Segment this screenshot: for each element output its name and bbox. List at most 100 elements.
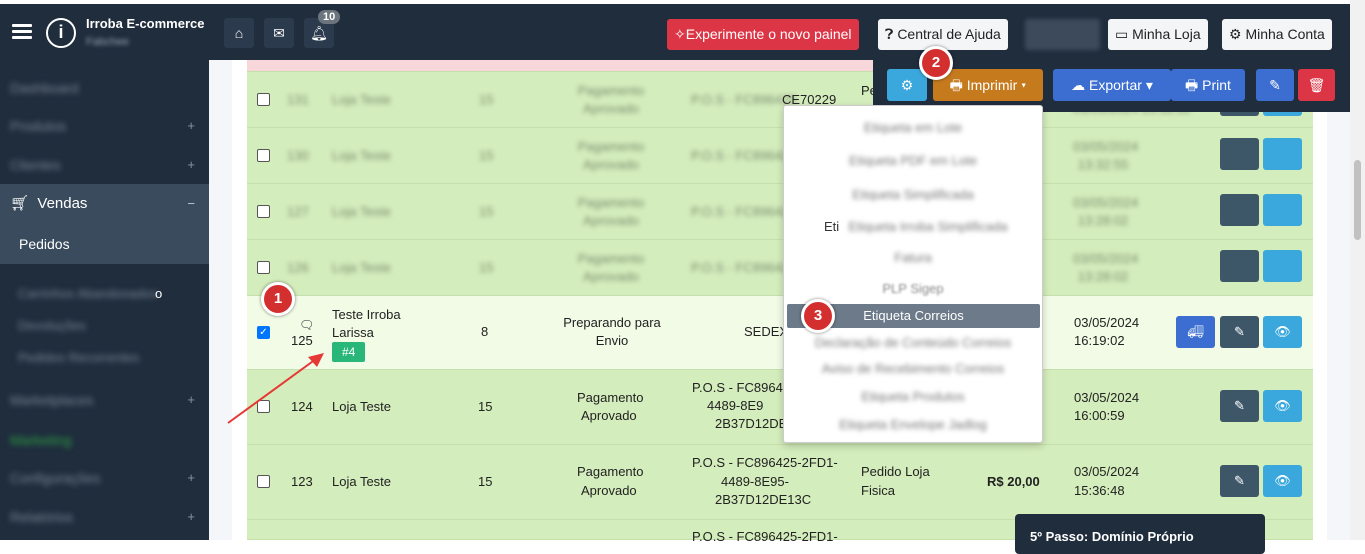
view-button[interactable]: 👁︎ [1263, 316, 1302, 348]
order-date: 03/05/2024 [1074, 390, 1140, 405]
blurred-button[interactable]: xxxx [1025, 19, 1100, 50]
sidebar-item-orders[interactable]: Pedidos [0, 224, 209, 264]
sidebar-item-label: Configurações [10, 470, 101, 486]
scrollbar-thumb[interactable] [1354, 160, 1361, 240]
cart-icon: 🛒︎ [10, 195, 30, 212]
plus-icon: + [187, 470, 195, 485]
order-status: Pagamento Aprovado [577, 139, 645, 172]
order-date: 03/05/2024 [1074, 315, 1140, 330]
payment-line3: 2B37D12DE [715, 416, 788, 431]
dropdown-item[interactable]: Fatura [784, 246, 1042, 270]
order-date: 03/05/2024 [1074, 464, 1140, 479]
dropdown-item[interactable]: Etiqueta PDF em Lote [784, 149, 1042, 173]
edit-button[interactable]: ✎ [1220, 465, 1259, 497]
minus-icon: − [187, 196, 195, 211]
view-button[interactable]: 👁︎ [1263, 465, 1302, 497]
print-label: Print [1202, 77, 1231, 93]
edit-button[interactable] [1220, 194, 1259, 226]
client-name-line1: Teste Irroba [332, 307, 401, 322]
sidebar-blurred-item[interactable]: Carrinhos Abandonados [18, 286, 158, 301]
caret-down-icon: ▾ [1145, 77, 1153, 93]
row-checkbox[interactable] [257, 261, 270, 274]
sidebar-item-clients[interactable]: Clientes + [0, 145, 209, 185]
dropdown-item[interactable]: Eti Etiqueta Irroba Simplificada [784, 215, 1042, 239]
view-button[interactable] [1263, 250, 1302, 282]
dropdown-item[interactable]: Etiqueta Produtos [784, 385, 1042, 409]
tour-tooltip: 5º Passo: Domínio Próprio [1015, 514, 1265, 554]
row-checkbox[interactable] [257, 93, 270, 106]
view-button[interactable]: 👁︎ [1263, 390, 1302, 422]
payment-line2: 4489-8E9 [707, 398, 764, 413]
my-store-button[interactable]: ▭ Minha Loja [1108, 19, 1208, 50]
home-icon[interactable]: ⌂ [224, 18, 254, 48]
dropdown-item[interactable]: Etiqueta em Lote [784, 116, 1042, 140]
plus-icon: + [187, 118, 195, 133]
dropdown-item[interactable]: Aviso de Recebimento Correios [784, 357, 1042, 381]
plus-icon: + [187, 392, 195, 407]
dropdown-item[interactable]: Etiqueta Envelope Jadlog [784, 413, 1042, 437]
sidebar-item-settings[interactable]: Configurações + [0, 458, 209, 498]
row-checkbox[interactable] [257, 205, 270, 218]
client-name: Loja Teste [332, 92, 392, 107]
page-scrollbar[interactable] [1350, 0, 1365, 540]
quantity: 15 [479, 92, 494, 107]
status-line2: Envio [595, 333, 629, 348]
sidebar-item-marketplaces[interactable]: Marketplaces + [0, 380, 209, 420]
edit-icon: ✎ [1234, 473, 1245, 488]
row-checkbox[interactable] [257, 149, 270, 162]
truck-button[interactable]: 🚚︎ [1176, 316, 1215, 348]
dropdown-item[interactable]: PLP Sigep [784, 277, 1042, 301]
dropdown-item[interactable]: Declaração de Conteúdo Correios [784, 331, 1042, 355]
status-line2: Aprovado [581, 408, 637, 423]
row-checkbox-checked[interactable]: ✓ [257, 326, 270, 339]
print-dropdown-button[interactable]: 🖶︎ Imprimir ▾ [933, 69, 1043, 101]
quantity: 15 [479, 148, 494, 163]
order-total: R$ 20,00 [987, 474, 1040, 489]
mail-icon[interactable]: ✉ [264, 18, 294, 48]
sidebar-item-marketing[interactable]: Marketing [0, 420, 209, 460]
sidebar-item-reports[interactable]: Relatórios + [0, 497, 209, 537]
printer-icon: 🖶︎ [1185, 77, 1199, 93]
gears-icon: ⚙ [900, 77, 914, 93]
sidebar-item-products[interactable]: Produtos + [0, 106, 209, 146]
eye-icon: 👁︎ [1274, 473, 1291, 488]
export-button[interactable]: ☁ Exportar ▾ [1053, 69, 1171, 101]
order-date: 03/05/2024 13:28:02 [1073, 195, 1139, 228]
sidebar-item-dashboard[interactable]: Dashboard [0, 68, 209, 108]
payment-line1: P.O.S - FC89642 [692, 380, 791, 395]
row-checkbox[interactable] [257, 475, 270, 488]
help-center-label: Central de Ajuda [897, 26, 1001, 42]
edit-button[interactable]: ✎ [1220, 316, 1259, 348]
status-line1: Pagamento [577, 390, 644, 405]
edit-button[interactable] [1220, 138, 1259, 170]
order-id: 131 [287, 92, 309, 107]
sidebar-item-label: Pedidos [19, 236, 70, 252]
help-center-button[interactable]: ❓︎ Central de Ajuda [878, 19, 1008, 50]
table-row: 126 Loja Teste 15 Pagamento Aprovado P.O… [247, 240, 1313, 296]
sidebar-blurred-item[interactable]: Pedidos Recorrentes [18, 350, 139, 365]
order-status: Pagamento Aprovado [577, 195, 645, 228]
edit-icon: ✎ [1269, 77, 1281, 93]
try-new-panel-button[interactable]: ✧Experimente o novo painel [667, 19, 859, 50]
view-button[interactable] [1263, 138, 1302, 170]
status-line2: Aprovado [581, 483, 637, 498]
edit-button[interactable] [1220, 250, 1259, 282]
bulk-edit-button[interactable]: ✎ [1256, 69, 1294, 101]
payment-line1: P.O.S - FC896425-2FD1- [692, 529, 838, 544]
edit-button[interactable]: ✎ [1220, 390, 1259, 422]
print-button[interactable]: 🖶︎ Print [1171, 69, 1245, 101]
my-account-button[interactable]: ⚙ Minha Conta [1222, 19, 1332, 50]
my-account-label: Minha Conta [1245, 26, 1325, 42]
delete-button[interactable]: 🗑︎ [1298, 69, 1335, 101]
annotation-arrow [227, 353, 324, 424]
sidebar-item-label: Produtos [10, 118, 67, 134]
export-label: Exportar [1089, 77, 1142, 93]
sidebar-item-sales[interactable]: 🛒︎ Vendas − [0, 184, 209, 224]
dropdown-item[interactable]: Etiqueta Simplificada [784, 183, 1042, 207]
plus-icon: + [187, 509, 195, 524]
view-button[interactable] [1263, 194, 1302, 226]
settings-button[interactable]: ⚙ [887, 69, 927, 101]
sidebar-blurred-item[interactable]: Devoluções [18, 318, 86, 333]
hamburger-menu-icon[interactable] [12, 24, 32, 40]
quantity: 15 [479, 260, 494, 275]
